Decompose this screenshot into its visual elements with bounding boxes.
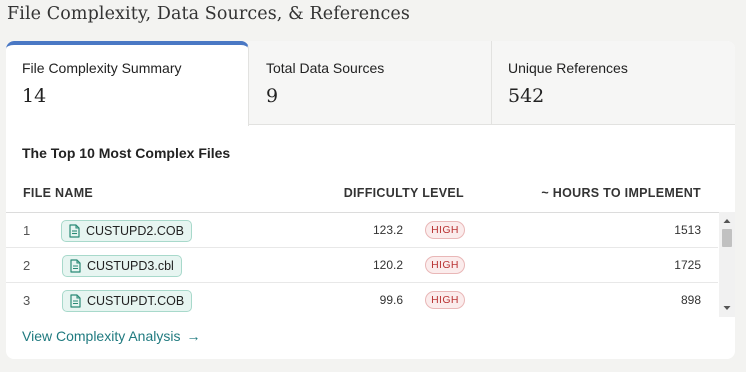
column-header-hours-to-implement: ~ HOURS TO IMPLEMENT bbox=[541, 186, 701, 200]
row-number: 3 bbox=[23, 293, 31, 308]
file-name: CUSTUPD2.COB bbox=[86, 224, 184, 238]
chevron-down-icon[interactable] bbox=[719, 301, 735, 315]
file-document-icon bbox=[68, 224, 81, 238]
tab-label: File Complexity Summary bbox=[22, 60, 182, 76]
tab-label: Unique References bbox=[508, 60, 628, 76]
difficulty-badge: HIGH bbox=[425, 291, 465, 309]
tab-file-complexity-summary[interactable]: File Complexity Summary 14 bbox=[6, 41, 249, 126]
tab-label: Total Data Sources bbox=[266, 60, 385, 76]
link-label: View Complexity Analysis bbox=[22, 328, 181, 344]
row-number: 1 bbox=[23, 223, 31, 238]
difficulty-value: 123.2 bbox=[372, 223, 403, 237]
hours-value: 898 bbox=[680, 293, 701, 307]
view-complexity-analysis-link[interactable]: View Complexity Analysis → bbox=[22, 328, 200, 344]
difficulty-badge: HIGH bbox=[425, 256, 465, 274]
arrow-right-icon: → bbox=[186, 328, 201, 344]
file-link[interactable]: CUSTUPDT.COB bbox=[62, 290, 193, 312]
difficulty-value: 120.2 bbox=[372, 258, 403, 272]
difficulty-badge: HIGH bbox=[425, 221, 465, 239]
table-row: 1 CUSTUPD2.COB 123.2 HIGH 1513 bbox=[6, 213, 718, 248]
file-document-icon bbox=[69, 259, 82, 273]
chevron-up-icon[interactable] bbox=[719, 214, 735, 228]
tab-total-data-sources[interactable]: Total Data Sources 9 bbox=[249, 41, 492, 125]
row-number: 2 bbox=[23, 258, 31, 273]
table-scrollbar[interactable] bbox=[719, 212, 735, 317]
column-header-difficulty-level: DIFFICULTY LEVEL bbox=[343, 186, 464, 200]
summary-tabs: File Complexity Summary 14 Total Data So… bbox=[6, 41, 735, 126]
complexity-card: File Complexity Summary 14 Total Data So… bbox=[6, 41, 735, 359]
tab-unique-references[interactable]: Unique References 542 bbox=[492, 41, 735, 125]
page-title: File Complexity, Data Sources, & Referen… bbox=[7, 4, 410, 24]
difficulty-value: 99.6 bbox=[379, 293, 403, 307]
file-link[interactable]: CUSTUPD2.COB bbox=[61, 220, 192, 242]
file-document-icon bbox=[69, 294, 82, 308]
hours-value: 1513 bbox=[674, 223, 701, 237]
column-header-file-name: FILE NAME bbox=[23, 186, 94, 200]
scrollbar-thumb[interactable] bbox=[722, 229, 732, 247]
tab-value: 14 bbox=[22, 85, 47, 107]
file-name: CUSTUPDT.COB bbox=[87, 294, 185, 308]
table-body: 1 CUSTUPD2.COB 123.2 HIGH 1513 2 CUSTUPD… bbox=[6, 212, 735, 318]
file-link[interactable]: CUSTUPD3.cbl bbox=[62, 255, 182, 277]
table-row: 2 CUSTUPD3.cbl 120.2 HIGH 1725 bbox=[6, 248, 718, 283]
hours-value: 1725 bbox=[674, 258, 701, 272]
table-row: 3 CUSTUPDT.COB 99.6 HIGH 898 bbox=[6, 283, 718, 318]
table-header: FILE NAME DIFFICULTY LEVEL ~ HOURS TO IM… bbox=[6, 177, 735, 213]
section-title: The Top 10 Most Complex Files bbox=[22, 145, 231, 161]
tab-value: 9 bbox=[266, 85, 279, 107]
tab-value: 542 bbox=[508, 85, 545, 107]
file-name: CUSTUPD3.cbl bbox=[87, 259, 174, 273]
